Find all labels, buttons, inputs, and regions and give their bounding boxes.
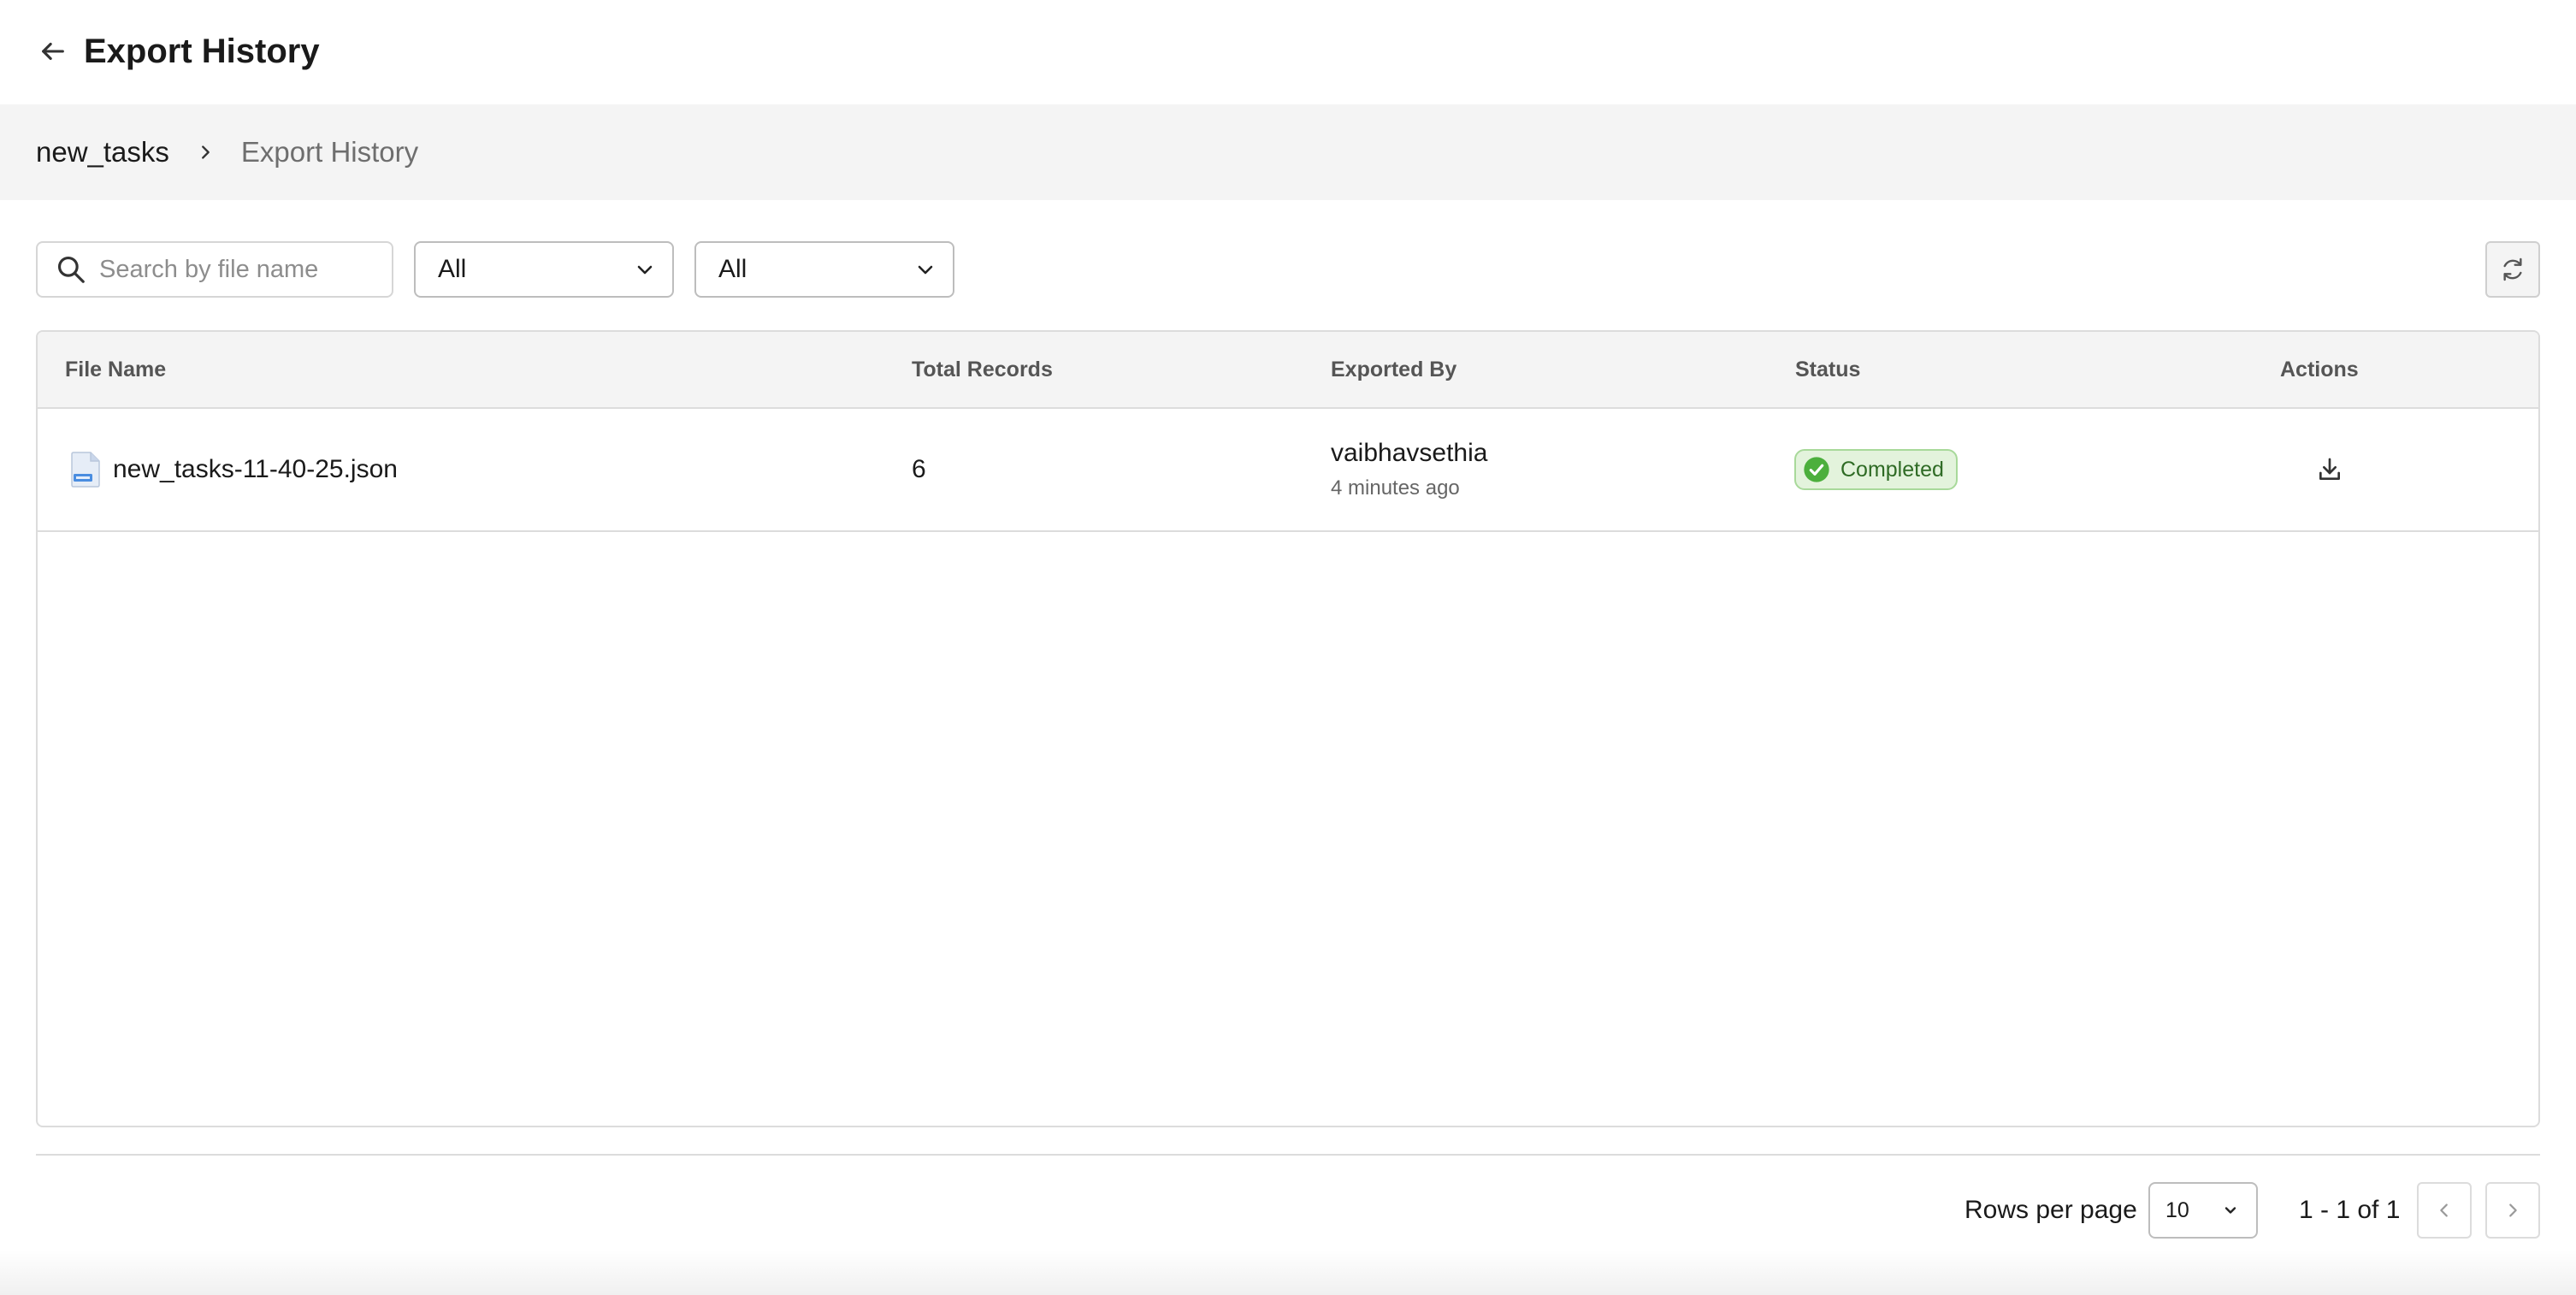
filter-toolbar: All All — [36, 241, 2540, 298]
breadcrumb: new_tasks Export History — [0, 104, 2576, 200]
exported-by-user: vaibhavsethia — [1331, 439, 1488, 467]
total-records-value: 6 — [912, 455, 926, 483]
previous-page-button[interactable] — [2417, 1182, 2472, 1239]
rows-per-page-value: 10 — [2165, 1197, 2189, 1222]
chevron-left-icon — [2440, 1203, 2448, 1217]
table-row[interactable]: new_tasks-11-40-25.json 6 vaibhavsethia … — [38, 409, 2538, 532]
search-input[interactable] — [99, 255, 373, 284]
file-name-cell: new_tasks-11-40-25.json — [70, 409, 398, 530]
page-title: Export History — [84, 32, 320, 70]
bottom-shadow — [0, 1249, 2576, 1295]
arrow-left-icon — [42, 42, 64, 61]
back-button[interactable] — [36, 34, 70, 68]
refresh-button[interactable] — [2485, 241, 2540, 298]
page-header: Export History — [0, 0, 2576, 103]
breadcrumb-parent-link[interactable]: new_tasks — [36, 136, 169, 169]
actions-cell — [2311, 409, 2349, 530]
status-badge: Completed — [1794, 449, 1958, 490]
chevron-right-icon — [2509, 1203, 2517, 1217]
filter-select-1[interactable]: All — [414, 241, 674, 298]
divider — [36, 1154, 2540, 1156]
breadcrumb-current: Export History — [240, 136, 419, 168]
pagination: Rows per page 10 1 - 1 of 1 — [0, 1182, 2540, 1239]
column-header-exported-by[interactable]: Exported By — [1331, 332, 1456, 407]
chevron-down-icon — [918, 265, 933, 275]
rows-per-page-label: Rows per page — [1964, 1196, 2137, 1224]
exported-at-time: 4 minutes ago — [1331, 476, 1460, 500]
rows-per-page-select[interactable]: 10 — [2148, 1182, 2258, 1239]
status-text: Completed — [1840, 457, 1944, 482]
download-icon — [2319, 458, 2340, 480]
next-page-button[interactable] — [2485, 1182, 2540, 1239]
page-range: 1 - 1 of 1 — [2299, 1196, 2401, 1224]
column-header-file-name[interactable]: File Name — [65, 332, 166, 407]
check-circle-icon — [1804, 457, 1829, 482]
filter-select-2-value: All — [718, 255, 747, 283]
json-file-icon — [71, 452, 100, 488]
chevron-right-icon — [185, 135, 226, 169]
column-header-status[interactable]: Status — [1795, 332, 1860, 407]
table-header: File Name Total Records Exported By Stat… — [38, 332, 2538, 409]
chevron-down-icon — [637, 265, 653, 275]
export-history-table: File Name Total Records Exported By Stat… — [36, 330, 2540, 1127]
download-button[interactable] — [2311, 451, 2349, 488]
search-icon — [57, 256, 85, 283]
filter-select-1-value: All — [438, 255, 467, 283]
status-cell: Completed — [1794, 409, 1958, 530]
chevron-down-icon — [2224, 1207, 2236, 1214]
column-header-actions: Actions — [2280, 357, 2359, 381]
total-records-cell: 6 — [912, 409, 926, 530]
column-header-total-records[interactable]: Total Records — [912, 332, 1053, 407]
search-box[interactable] — [36, 241, 393, 298]
file-name: new_tasks-11-40-25.json — [113, 455, 398, 483]
refresh-icon — [2503, 257, 2522, 281]
exported-by-cell: vaibhavsethia 4 minutes ago — [1331, 409, 1487, 530]
filter-select-2[interactable]: All — [694, 241, 954, 298]
